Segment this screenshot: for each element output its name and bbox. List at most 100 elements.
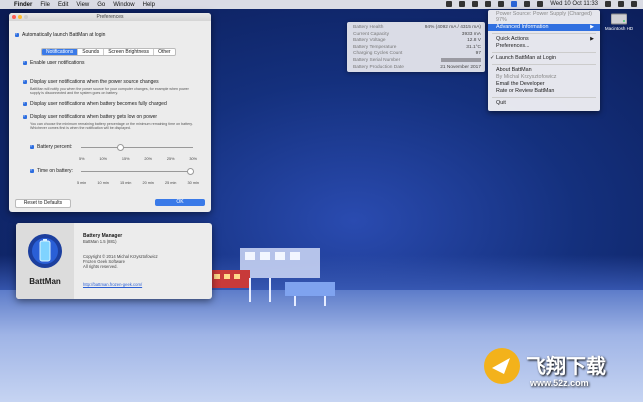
research-station-image xyxy=(210,248,335,306)
notification-center-icon[interactable] xyxy=(631,1,637,7)
power-source-note: BattMan will notify you when the power s… xyxy=(30,87,189,96)
info-row: Battery Serial Number xyxy=(353,58,481,63)
slider-tick-label: 30% xyxy=(189,157,197,161)
menu-view[interactable]: View xyxy=(76,2,89,8)
menu-author: By Michal Krzysztofowicz xyxy=(496,74,557,80)
info-value xyxy=(441,58,481,62)
power-source-change-checkbox[interactable]: Display user notifications when the powe… xyxy=(23,78,159,85)
volume-icon[interactable] xyxy=(537,1,544,7)
preferences-title: Preferences xyxy=(96,14,124,20)
preferences-titlebar: Preferences xyxy=(9,13,211,21)
time-on-battery-knob[interactable] xyxy=(187,168,194,175)
status-icon-3[interactable] xyxy=(472,1,479,7)
status-icon-2[interactable] xyxy=(459,1,466,7)
battman-icon[interactable] xyxy=(511,1,518,7)
preferences-window: Preferences Automatically launch BattMan… xyxy=(9,13,211,212)
battery-percent-ticks: 5% 10% 15% 20% 25% 30% xyxy=(79,157,197,161)
info-row: Battery Temperature 31.1°C xyxy=(353,45,481,50)
slider-tick-label: 25 min xyxy=(165,181,177,185)
checkbox-icon xyxy=(23,59,27,65)
info-label: Battery Voltage xyxy=(353,38,386,44)
search-icon[interactable] xyxy=(618,1,624,7)
about-website-link[interactable]: http://battman.frozen-geek.com/ xyxy=(83,282,142,287)
watermark: 飞翔下载 www.52z.com xyxy=(482,346,642,402)
tab-sounds[interactable]: Sounds xyxy=(78,49,105,55)
status-icon-1[interactable] xyxy=(446,1,453,7)
slider-tick-label: 20 min xyxy=(142,181,154,185)
info-value: 94% (4092 mA / 4315 mA) xyxy=(424,25,481,30)
battery-percent-checkbox[interactable]: Battery percent: xyxy=(30,143,72,150)
hard-disk-icon xyxy=(611,13,627,25)
wifi-icon[interactable] xyxy=(524,1,531,7)
fully-charged-checkbox[interactable]: Display user notifications when battery … xyxy=(23,100,167,107)
tab-screen-brightness[interactable]: Screen Brightness xyxy=(104,49,155,55)
status-icon-5[interactable] xyxy=(498,1,505,7)
reset-defaults-button[interactable]: Reset to Defaults xyxy=(15,199,71,208)
battman-logo-icon xyxy=(28,234,62,268)
checkbox-icon xyxy=(30,143,34,149)
macintosh-hd-disk[interactable]: Macintosh HD xyxy=(601,13,637,35)
menu-edit[interactable]: Edit xyxy=(58,2,68,8)
menu-about[interactable]: About BattMan xyxy=(488,67,600,74)
info-value: 21 November 2017 xyxy=(440,64,481,70)
time-on-battery-checkbox[interactable]: Time on battery: xyxy=(30,167,73,174)
slider-tick-label: 5 min xyxy=(77,181,87,185)
submenu-arrow-icon: ▶ xyxy=(590,24,594,30)
low-power-checkbox[interactable]: Display user notifications when battery … xyxy=(23,113,157,120)
info-value: 97 xyxy=(475,51,481,57)
zoom-button[interactable] xyxy=(24,15,28,19)
slider-tick-label: 5% xyxy=(79,157,85,161)
menu-quit[interactable]: Quit xyxy=(488,100,600,107)
about-app-name: BattMan xyxy=(29,277,61,286)
slider-tick-label: 10 min xyxy=(97,181,109,185)
menu-quick-actions[interactable]: Quick Actions ▶ xyxy=(488,36,600,43)
watermark-url: www.52z.com xyxy=(530,378,589,388)
checkbox-icon xyxy=(23,78,27,84)
info-row: Charging Cycles Count 97 xyxy=(353,51,481,56)
checkbox-icon xyxy=(30,167,34,173)
clock[interactable]: Wed 10 Oct 11:33 xyxy=(550,1,598,7)
menu-separator xyxy=(492,33,596,34)
menu-bar: Finder File Edit View Go Window Help Wed… xyxy=(0,0,643,9)
disk-label: Macintosh HD xyxy=(604,26,634,31)
info-value: 31.1°C xyxy=(466,44,481,50)
user-icon[interactable] xyxy=(605,1,611,7)
info-label: Battery Production Date xyxy=(353,64,404,70)
slider-tick-label: 15 min xyxy=(119,181,132,185)
info-row: Battery Production Date 21 November 2017 xyxy=(353,65,481,70)
battery-info-panel: Battery Health 94% (4092 mA / 4315 mA) Cur… xyxy=(347,22,485,72)
menu-go[interactable]: Go xyxy=(97,2,105,8)
slider-tick-label: 25% xyxy=(166,157,175,161)
menu-separator xyxy=(492,64,596,65)
info-label: Battery Health xyxy=(353,25,384,30)
battery-percent-knob[interactable] xyxy=(117,144,125,151)
info-row: Current Capacity 3933 mA xyxy=(353,32,481,37)
minimize-button[interactable] xyxy=(18,15,22,19)
menu-help[interactable]: Help xyxy=(143,2,155,8)
menu-email-developer[interactable]: Email the Developer xyxy=(488,81,600,88)
menu-rate-review[interactable]: Rate or Review BattMan xyxy=(488,88,600,95)
close-button[interactable] xyxy=(12,15,16,19)
menu-finder[interactable]: Finder xyxy=(14,2,32,8)
battery-percent-slider[interactable] xyxy=(81,144,193,151)
tab-notifications[interactable]: Notifications xyxy=(42,49,79,55)
tab-other[interactable]: Other xyxy=(154,49,175,55)
time-on-battery-slider[interactable] xyxy=(81,168,194,175)
info-label: Charging Cycles Count xyxy=(353,51,403,57)
checkbox-icon xyxy=(23,100,27,106)
auto-launch-checkbox[interactable]: Automatically launch BattMan at login xyxy=(15,31,105,38)
slider-tick-label: 10% xyxy=(99,157,107,161)
enable-notifications-checkbox[interactable]: Enable user notifications xyxy=(23,59,84,66)
slider-tick-label: 15% xyxy=(121,157,130,161)
menu-launch-at-login[interactable]: ✓ Launch BattMan at Login xyxy=(488,55,600,62)
watermark-logo-icon xyxy=(484,348,520,384)
menu-advanced-information[interactable]: Advanced Information ▶ xyxy=(488,24,600,31)
menu-preferences[interactable]: Preferences... xyxy=(488,43,600,50)
menu-file[interactable]: File xyxy=(40,2,50,8)
about-sidebar: BattMan xyxy=(16,223,74,299)
menu-window[interactable]: Window xyxy=(113,2,134,8)
low-power-note: You can choose the minimum remaining bat… xyxy=(30,122,193,131)
status-icon-4[interactable] xyxy=(485,1,492,7)
checkbox-icon xyxy=(15,31,19,37)
ok-button[interactable]: OK xyxy=(155,199,205,206)
